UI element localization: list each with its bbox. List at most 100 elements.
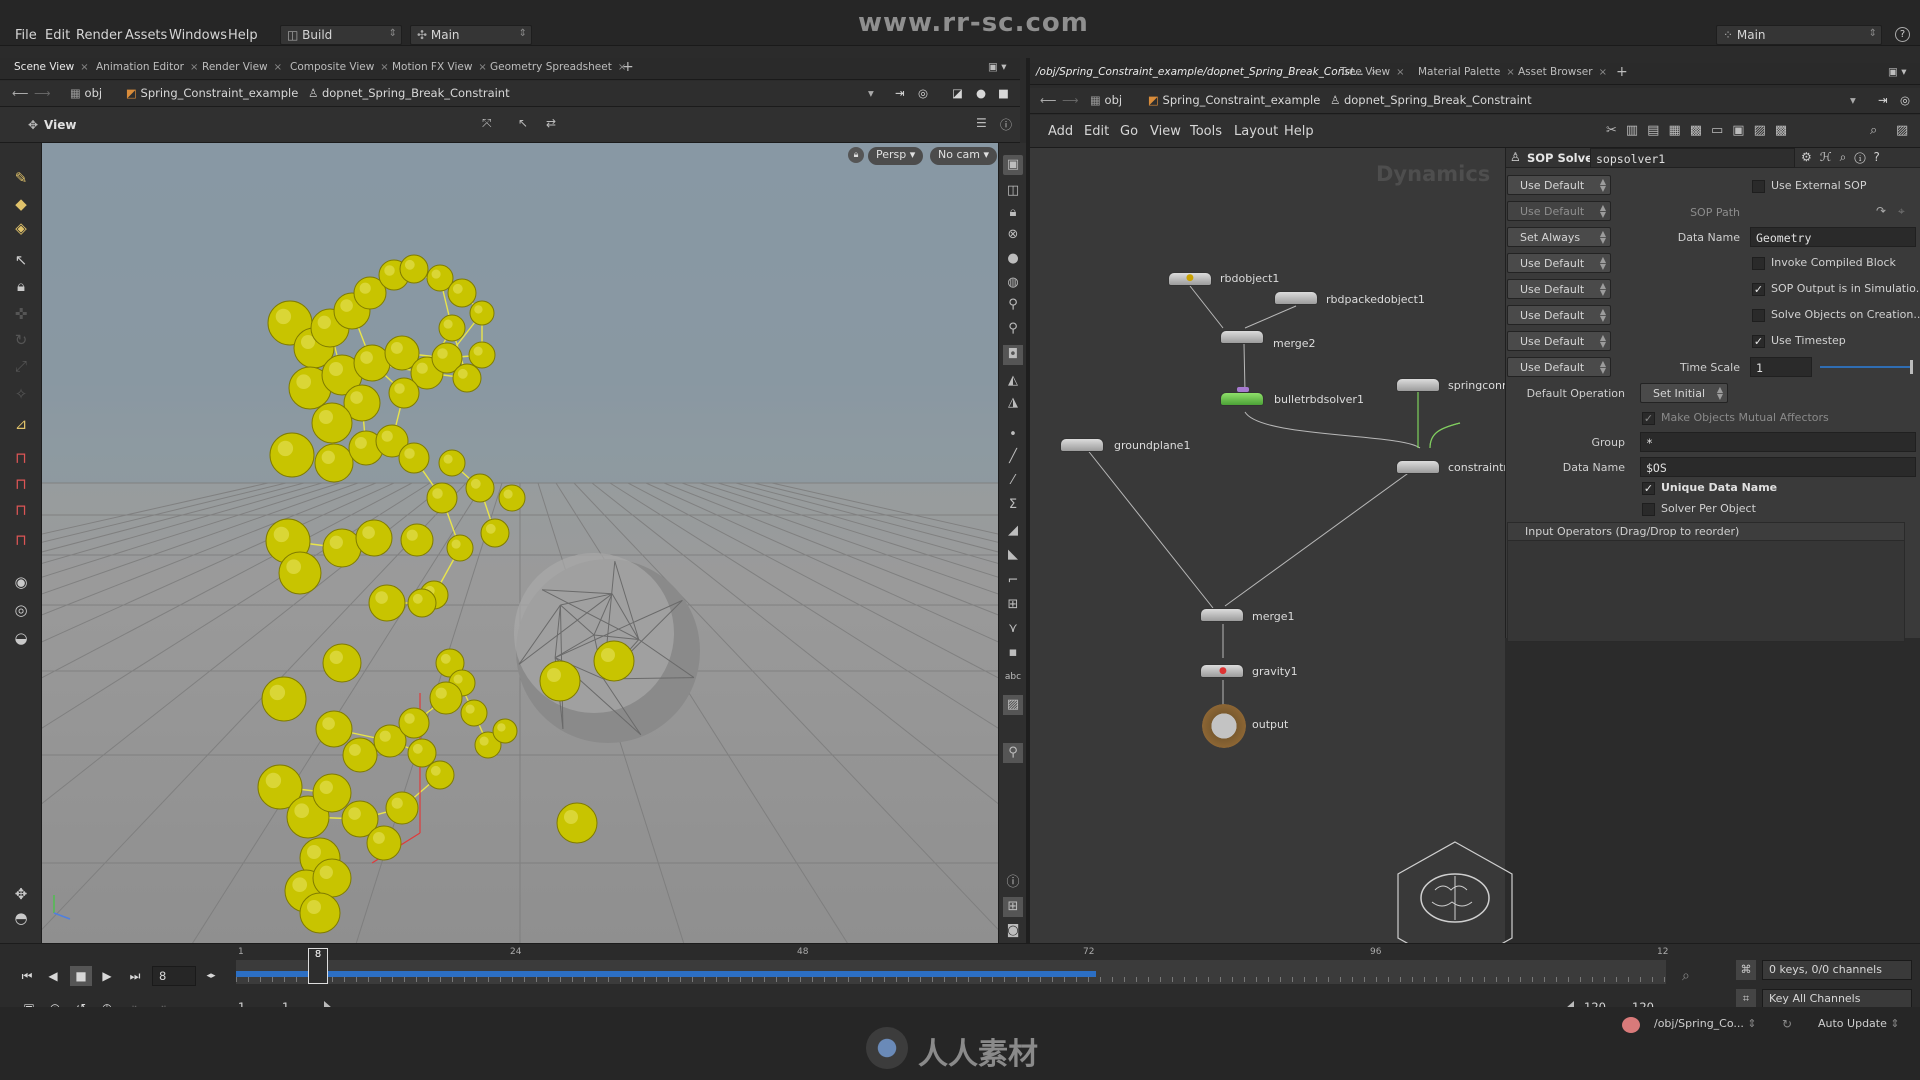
dot-icon[interactable]: • [1003, 425, 1023, 445]
node-gravity1[interactable]: ● [1200, 664, 1244, 678]
snap-icon[interactable]: ⤧ [482, 116, 492, 131]
geometry-icon[interactable]: ◭ [1003, 371, 1023, 391]
lock-tool-icon[interactable]: 🔒︎ [10, 275, 32, 297]
info-icon[interactable]: ⓘ [1000, 116, 1012, 133]
transform-icon[interactable]: ⇄ [546, 116, 556, 130]
box-icon[interactable]: ▪ [1003, 643, 1023, 663]
breadcrumb-item[interactable]: ◩ Spring_Constraint_example [1148, 93, 1320, 107]
time-scale-field[interactable]: 1 [1750, 357, 1812, 377]
move-tool-icon[interactable]: ✜ [10, 303, 32, 325]
data-name2-field[interactable]: $OS [1640, 457, 1916, 477]
lock-icon[interactable]: 🔒︎ [1003, 203, 1023, 223]
info-icon[interactable]: ⓘ [1003, 873, 1023, 893]
use-default-button-3[interactable]: Use Default ▲ ▼ [1507, 253, 1611, 273]
close-icon[interactable]: × [380, 62, 388, 73]
tab-network-path[interactable]: /obj/Spring_Constraint_example/dopnet_Sp… [1036, 66, 1378, 84]
first-frame-icon[interactable]: ⏮ [16, 966, 38, 986]
display-options-icon[interactable]: ☰ [976, 116, 987, 130]
close-icon[interactable]: × [1396, 67, 1404, 78]
tiles-icon[interactable]: ⊞ [1003, 897, 1023, 917]
node-output[interactable] [1202, 704, 1246, 748]
brain-status-icon[interactable] [1622, 1017, 1640, 1033]
breadcrumb-item[interactable]: ◩ Spring_Constraint_example [126, 86, 298, 100]
step-icon[interactable]: ◂▸ [200, 966, 222, 986]
persp-dropdown[interactable]: Persp ▾ [868, 147, 924, 165]
tab-scene-view[interactable]: Scene View × [14, 61, 89, 79]
net-menu-add[interactable]: Add [1048, 124, 1073, 139]
location-icon[interactable]: ⚲ [1003, 743, 1023, 763]
text-label-icon[interactable]: abc [1003, 667, 1023, 687]
screenshot-icon[interactable]: ◙ [1003, 921, 1023, 941]
play-reverse-icon[interactable]: ◀ [42, 966, 64, 986]
close-icon[interactable]: × [80, 62, 88, 73]
sop-output-checkbox[interactable]: ✓ [1752, 283, 1765, 296]
tab-tree-view[interactable]: Tree View × [1340, 66, 1405, 84]
current-frame-field[interactable]: 8 [152, 966, 196, 986]
use-default-button-1[interactable]: Use Default ▲ ▼ [1507, 175, 1611, 195]
tab-composite-view[interactable]: Composite View × [290, 61, 389, 79]
data-name-field[interactable]: Geometry [1750, 227, 1916, 247]
net-menu-view[interactable]: View [1150, 124, 1181, 139]
tab-motion-fx-view[interactable]: Motion FX View × [392, 61, 487, 79]
close-icon[interactable]: × [1599, 67, 1607, 78]
forward-icon[interactable]: ⟶ [34, 86, 51, 100]
net-menu-help[interactable]: Help [1284, 124, 1314, 139]
net-menu-go[interactable]: Go [1120, 124, 1138, 139]
scale-tool-icon[interactable]: ⤢ [10, 355, 32, 377]
solve-objects-checkbox[interactable] [1752, 309, 1765, 322]
link-icon[interactable]: ◎ [1900, 93, 1910, 107]
network-tool-icons[interactable]: ✂▥▤▦▩▭▣▨▩ [1606, 123, 1796, 138]
3d-viewport[interactable]: 🔒︎ Persp ▾ No cam ▾ [42, 143, 998, 943]
node-bulletrbdsolver1[interactable] [1220, 387, 1264, 406]
breadcrumb-root[interactable]: ▦ obj [1090, 93, 1122, 107]
key-all-channels-button[interactable]: Key All Channels [1762, 989, 1912, 1009]
help-icon[interactable]: ? [1895, 27, 1910, 42]
slider-handle[interactable] [1910, 360, 1913, 374]
node-rbdpackedobject1[interactable] [1274, 291, 1318, 305]
net-menu-layout[interactable]: Layout [1234, 124, 1278, 139]
camera-dropdown[interactable]: No cam ▾ [930, 147, 997, 165]
light-icon[interactable]: ◎ [10, 599, 32, 621]
back-icon[interactable]: ⟵ [12, 86, 29, 100]
magnet-icon[interactable]: ⊓ [10, 447, 32, 469]
paint-tool-icon[interactable]: ◈ [10, 217, 32, 239]
pane-menu-icon[interactable]: ▣ ▾ [988, 61, 1007, 79]
flag-icon[interactable]: ▨ [1896, 123, 1908, 138]
tab-material-palette[interactable]: Material Palette × [1418, 66, 1515, 84]
tab-render-view[interactable]: Render View × [202, 61, 282, 79]
close-icon[interactable]: × [190, 62, 198, 73]
net-menu-edit[interactable]: Edit [1084, 124, 1109, 139]
back-icon[interactable]: ⟵ [1040, 93, 1057, 107]
solver-per-object-checkbox[interactable] [1642, 503, 1655, 516]
node-merge2[interactable] [1220, 330, 1264, 344]
param-header-icons[interactable]: ⚙ℋ⌕ⓘ? [1801, 150, 1888, 165]
shading-icon[interactable]: ▣ [1003, 155, 1023, 175]
stop-icon[interactable]: ■ [70, 966, 92, 986]
keys-status[interactable]: 0 keys, 0/0 channels [1762, 960, 1912, 980]
search-icon[interactable]: ⌕ [1870, 123, 1877, 138]
arrow-tool-icon[interactable]: ↖ [10, 249, 32, 271]
use-default-button-4[interactable]: Use Default ▲ ▼ [1507, 279, 1611, 299]
path-icon[interactable]: ⵉ [1003, 495, 1023, 515]
pose-tool-icon[interactable]: ⊿ [10, 413, 32, 435]
light-icon[interactable]: ⚲ [1003, 295, 1023, 315]
close-icon[interactable]: × [478, 62, 486, 73]
menu-windows[interactable]: Windows [169, 28, 227, 43]
brush-icon[interactable]: ⁄ [1003, 471, 1023, 491]
timeline-zoom-icon[interactable]: ⌕ [1682, 968, 1690, 984]
brush-tool-icon[interactable]: ◆ [10, 193, 32, 215]
desktop-dropdown[interactable]: ✣ Main ⇕ [410, 25, 532, 45]
snap-icon[interactable]: ⊗ [1003, 225, 1023, 245]
normals-icon[interactable]: ⋎ [1003, 619, 1023, 639]
magnet-icon[interactable]: ⊓ [10, 499, 32, 521]
key-all-icon[interactable]: ⌗ [1736, 989, 1756, 1009]
image-icon[interactable]: ▨ [1003, 695, 1023, 715]
select-icon[interactable]: ↖ [518, 116, 528, 130]
use-external-sop-checkbox[interactable] [1752, 180, 1765, 193]
pot-icon[interactable]: ◒ [10, 627, 32, 649]
target-icon[interactable]: ◍ [1003, 273, 1023, 293]
sync-icon[interactable]: ↻ [1782, 1017, 1792, 1031]
menu-assets[interactable]: Assets [125, 28, 167, 43]
current-frame-marker[interactable]: 8 [308, 948, 328, 984]
breadcrumb-root[interactable]: ▦ obj [70, 86, 102, 100]
